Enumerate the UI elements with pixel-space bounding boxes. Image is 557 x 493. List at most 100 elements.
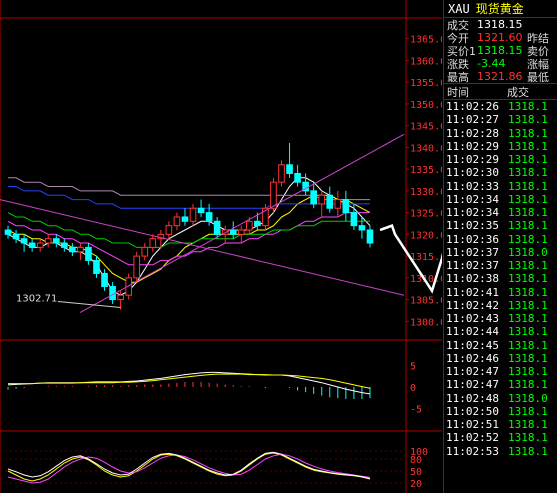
quote-value: -3.44 [477,57,506,70]
price-tick-label: 1330.0 [410,187,442,198]
price-tick-label: 1305.0 [410,296,442,307]
tick-time: 11:02:46 [446,351,499,365]
ticks-header-time: 时间 [447,85,469,99]
tick-time: 11:02:47 [446,365,499,379]
tick-list[interactable]: 11:02:26 1318.1 11:02:27 1318.1 11:02:28 1318… [444,100,557,458]
tick-price: 1318.1 [508,232,548,246]
tick-time: 11:02:26 [446,100,499,114]
price-tick-label: 1335.0 [410,165,442,176]
tick-row: 11:02:45 1318.1 [444,339,557,352]
tick-time: 11:02:51 [446,418,499,432]
candle-body [366,229,374,244]
quote-label: 今开 [447,31,469,45]
tick-time: 11:02:45 [446,338,499,352]
price-tick-label: 1300.0 [410,317,442,328]
candle-body [350,212,358,227]
quote-label: 涨跌 [447,57,469,71]
tick-price: 1318.1 [508,259,548,273]
price-tick-label: 1355.0 [410,78,442,89]
candle-body [36,242,44,248]
quote-row: 最高 1321.86 最低 [444,70,557,83]
quote-label-secondary: 最低 [527,70,549,84]
price-tick-label: 1320.0 [410,230,442,241]
tick-price: 1318.1 [508,325,548,339]
quote-label: 买价1 [447,44,476,58]
candle-body [318,194,326,205]
ticks-header-price: 成交 [507,85,529,99]
tick-price: 1318.1 [508,272,548,286]
candle-body [61,242,68,248]
tick-time: 11:02:29 [446,139,499,153]
candle-body [4,229,12,235]
tick-row: 11:02:53 1318.1 [444,445,557,458]
candle-body [69,246,76,253]
candle-body [310,190,317,205]
tick-row: 11:02:28 1318.1 [444,127,557,140]
candle-body [149,238,157,248]
quote-value: 1321.86 [477,70,523,83]
candlesticks [4,143,374,310]
candle-body [85,246,92,261]
price-tick-label: 1345.0 [410,122,442,133]
macd-tick-label: 0 [410,383,416,394]
tick-row: 11:02:35 1318.1 [444,219,557,232]
tick-time: 11:02:36 [446,232,499,246]
candle-body [229,229,237,235]
quote-label: 最高 [447,70,469,84]
tick-row: 11:02:29 1318.1 [444,153,557,166]
kdj-axis: 205080100 [410,447,428,490]
candle-body [278,164,285,183]
candle-body [77,246,84,253]
candle-body [237,229,245,235]
tick-time: 11:02:28 [446,126,499,140]
candle-body [165,225,173,235]
candle-body [254,220,261,227]
price-tick-label: 1315.0 [410,252,442,263]
tick-price: 1318.1 [508,378,548,392]
tick-time: 11:02:37 [446,259,499,273]
tick-price: 1318.1 [508,431,548,445]
tick-row: 11:02:50 1318.1 [444,405,557,418]
tick-price: 1318.1 [508,351,548,365]
candle-body [28,242,36,248]
tick-row: 11:02:37 1318.1 [444,259,557,272]
candle-body [334,199,342,209]
tick-time: 11:02:35 [446,219,499,233]
quote-row: 买价1 1318.15 卖价 [444,44,557,57]
quote-panel: XAU 现货黄金 成交 1318.15 今开 1321.60 昨结 买价1 1318.15 卖… [443,0,557,493]
kline-chart-area[interactable]: 1300.01305.01310.01315.01320.01325.01330… [0,0,442,493]
quote-label-secondary: 卖价 [527,44,549,58]
tick-price: 1318.1 [508,285,548,299]
tick-row: 11:02:38 1318.1 [444,272,557,285]
tick-row: 11:02:47 1318.1 [444,365,557,378]
candle-body [205,212,213,222]
ticks-header: 时间 成交 [444,83,557,100]
tick-time: 11:02:27 [446,113,499,127]
tick-time: 11:02:48 [446,391,499,405]
tick-time: 11:02:38 [446,272,499,286]
tick-price: 1318.1 [508,418,548,432]
tick-price: 1318.1 [508,365,548,379]
tick-time: 11:02:44 [446,325,499,339]
candle-body [12,233,20,240]
candle-body [358,225,366,231]
candle-body [93,259,100,274]
trend-lines[interactable] [0,133,442,314]
tick-time: 11:02:41 [446,285,499,299]
tick-row: 11:02:34 1318.1 [444,193,557,206]
tick-price: 1318.1 [508,338,548,352]
tick-time: 11:02:53 [446,444,499,458]
candle-body [189,207,197,222]
quote-row: 成交 1318.15 [444,18,557,31]
tick-time: 11:02:37 [446,245,499,259]
tick-price: 1318.1 [508,298,548,312]
low-annotation: 1302.71 [16,294,121,309]
tick-row: 11:02:46 1318.1 [444,352,557,365]
tick-time: 11:02:33 [446,179,499,193]
price-tick-label: 1325.0 [410,209,442,220]
quote-label: 成交 [447,18,469,32]
kdj-panel [0,450,404,484]
price-tick-label: 1340.0 [410,143,442,154]
tick-price: 1318.1 [508,404,548,418]
tick-price: 1318.0 [508,245,548,259]
